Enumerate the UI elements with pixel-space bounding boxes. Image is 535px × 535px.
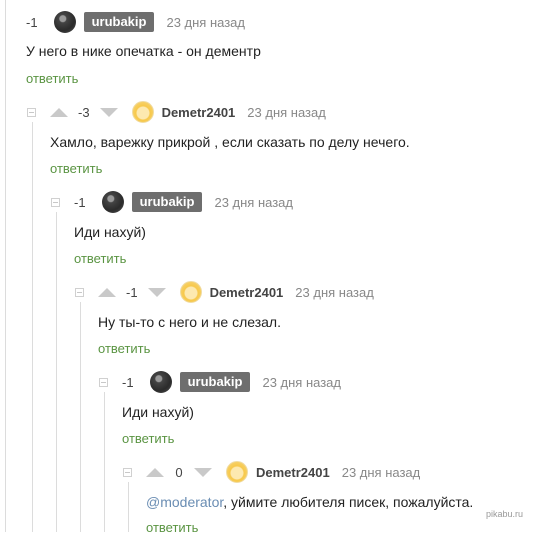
downvote-icon[interactable] xyxy=(194,467,212,477)
avatar[interactable] xyxy=(131,101,154,123)
thread-line xyxy=(5,0,6,532)
upvote-icon[interactable] xyxy=(50,107,68,117)
downvote-icon[interactable] xyxy=(99,107,118,117)
comment-header: -1 urubakip 23 дня назад xyxy=(26,11,245,33)
comment-time[interactable]: 23 дня назад xyxy=(247,105,326,120)
upvote-icon[interactable] xyxy=(98,287,116,297)
comment-header: -3 Demetr2401 23 дня назад xyxy=(27,101,326,123)
comment-header: -1 urubakip 23 дня назад xyxy=(51,191,293,213)
comment-text: Хамло, варежку прикрой , если сказать по… xyxy=(50,134,410,150)
comment-rating: 0 xyxy=(175,464,183,480)
comment-header: 0 Demetr2401 23 дня назад xyxy=(123,461,420,483)
comment-text: У него в нике опечатка - он дементр xyxy=(26,43,261,59)
reply-link[interactable]: ответить xyxy=(146,520,198,535)
comment-text-content: , уймите любителя писек, пожалуйста. xyxy=(223,494,474,510)
comment-time[interactable]: 23 дня назад xyxy=(262,375,341,390)
comment-rating: -1 xyxy=(122,374,134,390)
collapse-button[interactable] xyxy=(51,197,60,207)
comment-header: -1 Demetr2401 23 дня назад xyxy=(75,281,374,303)
author-name[interactable]: urubakip xyxy=(83,12,155,32)
avatar[interactable] xyxy=(179,281,202,303)
thread-line xyxy=(56,212,57,532)
comment-time[interactable]: 23 дня назад xyxy=(342,465,421,480)
comment-rating: -3 xyxy=(78,104,90,120)
downvote-icon[interactable] xyxy=(147,287,166,297)
comment-time[interactable]: 23 дня назад xyxy=(295,285,374,300)
avatar[interactable] xyxy=(53,11,76,33)
reply-link[interactable]: ответить xyxy=(50,161,102,176)
upvote-icon[interactable] xyxy=(146,467,164,477)
thread-line xyxy=(128,482,129,532)
mention-link[interactable]: @moderator xyxy=(146,494,223,510)
comment-text: Ну ты-то с него и не слезал. xyxy=(98,314,281,330)
reply-link[interactable]: ответить xyxy=(98,341,150,356)
comment-rating: -1 xyxy=(126,284,138,300)
comment-text: @moderator, уймите любителя писек, пожал… xyxy=(146,494,473,510)
avatar[interactable] xyxy=(101,191,124,213)
collapse-button[interactable] xyxy=(75,287,84,297)
collapse-button[interactable] xyxy=(123,467,132,477)
avatar[interactable] xyxy=(226,461,248,483)
collapse-button[interactable] xyxy=(27,107,36,117)
avatar[interactable] xyxy=(149,371,172,393)
reply-link[interactable]: ответить xyxy=(74,251,126,266)
author-name[interactable]: urubakip xyxy=(131,192,203,212)
comment-rating: -1 xyxy=(74,194,86,210)
comment-time[interactable]: 23 дня назад xyxy=(214,195,293,210)
author-name[interactable]: Demetr2401 xyxy=(162,105,236,120)
thread-line xyxy=(104,392,105,532)
author-name[interactable]: Demetr2401 xyxy=(210,285,284,300)
author-name[interactable]: urubakip xyxy=(179,372,251,392)
comment-text: Иди нахуй) xyxy=(74,224,146,240)
author-name[interactable]: Demetr2401 xyxy=(256,465,330,480)
watermark: pikabu.ru xyxy=(485,509,523,519)
thread-line xyxy=(32,122,33,532)
thread-line xyxy=(80,302,81,532)
comment-text: Иди нахуй) xyxy=(122,404,194,420)
comment-header: -1 urubakip 23 дня назад xyxy=(99,371,341,393)
comment-rating: -1 xyxy=(26,14,38,30)
collapse-button[interactable] xyxy=(99,377,108,387)
comment-time[interactable]: 23 дня назад xyxy=(166,15,245,30)
reply-link[interactable]: ответить xyxy=(122,431,174,446)
reply-link[interactable]: ответить xyxy=(26,71,78,86)
